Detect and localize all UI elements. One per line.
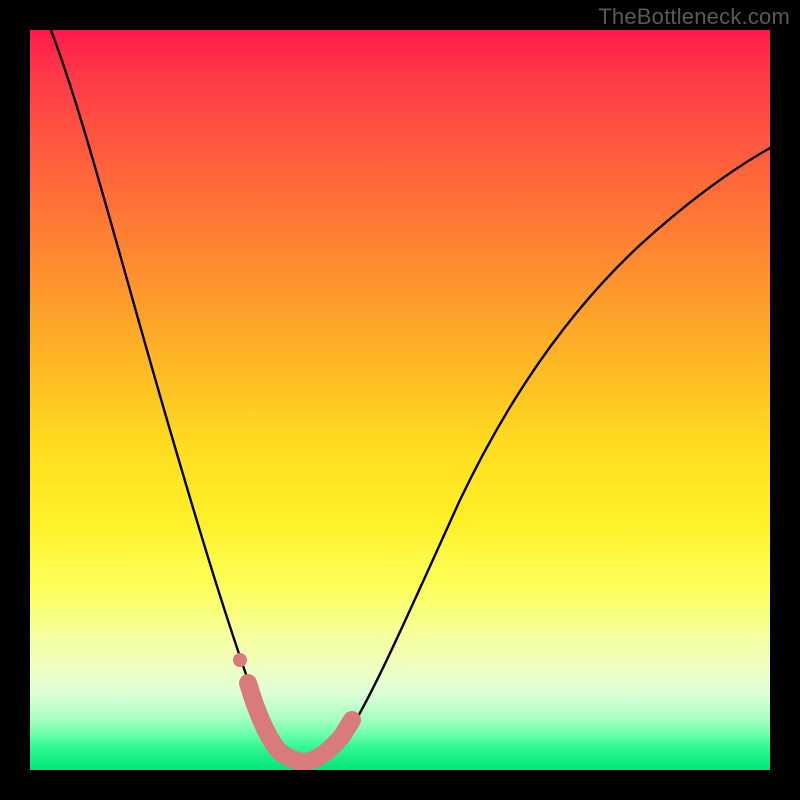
bottleneck-curve [45, 30, 770, 761]
watermark-text: TheBottleneck.com [598, 4, 790, 30]
marker-dot [233, 653, 247, 667]
plot-area [30, 30, 770, 770]
chart-svg [30, 30, 770, 770]
chart-frame: TheBottleneck.com [0, 0, 800, 800]
optimal-range-highlight [248, 683, 352, 762]
